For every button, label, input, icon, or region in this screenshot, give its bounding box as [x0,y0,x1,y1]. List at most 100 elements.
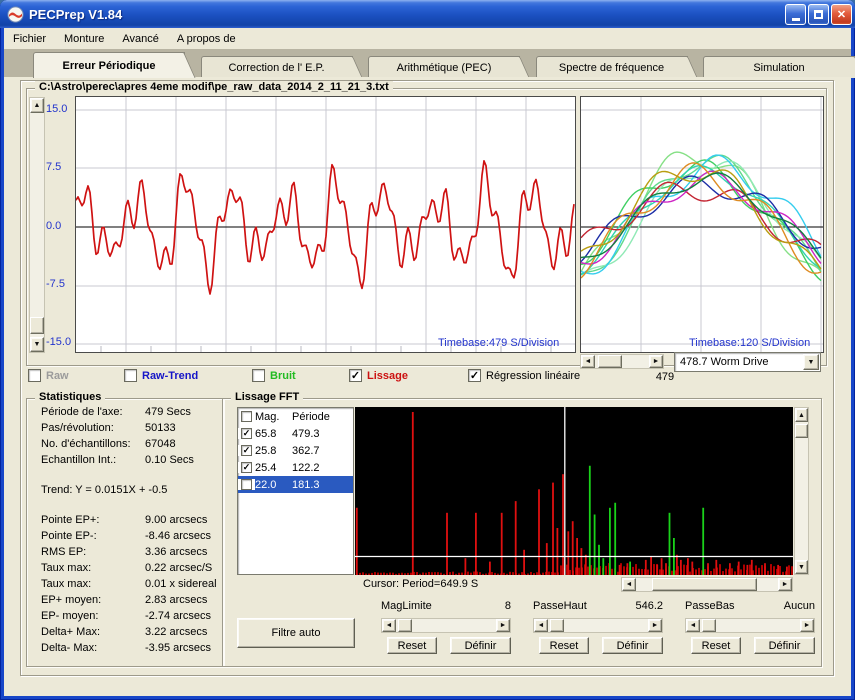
passebas-slider-thumb[interactable] [702,619,716,632]
scroll-left-icon[interactable]: ◄ [581,355,595,368]
main-timebase-label: Timebase:479 S/Division [438,337,560,349]
cell-mag: 25.4 [255,461,277,474]
scroll-right-icon[interactable]: ► [649,355,663,368]
stat-value: 0.01 x sidereal [145,578,217,590]
row-checkbox[interactable]: ✓ [241,479,252,490]
maglimite-slider-right-icon[interactable]: ► [496,619,510,632]
filter-checkbox-bruit[interactable]: Bruit [252,369,296,382]
filter-checkbox-r-gression-lin-aire[interactable]: ✓ Régression linéaire [468,369,580,382]
fft-hscroll-thumb[interactable] [652,578,757,591]
stat-row: No. d'échantillons: 67048 [41,438,217,454]
maglimite-reset-button[interactable]: Reset [387,637,437,654]
passehaut-slider-thumb[interactable] [550,619,564,632]
main-chart-vscrollbar[interactable]: ▲ ▼ [29,97,45,353]
stat-row: Taux max: 0.22 arcsec/S [41,562,217,578]
fft-table-row[interactable]: ✓ 22.0 181.3 [238,476,353,493]
fft-scroll-left-icon[interactable]: ◄ [622,578,636,591]
fft-scroll-right-icon[interactable]: ► [778,578,792,591]
cycle-scrollbar[interactable]: ◄ ► [580,354,664,369]
checkbox-icon[interactable] [28,369,41,382]
worm-drive-combobox[interactable]: 478.7 Worm Drive ▼ [674,352,821,372]
fft-spectrum-chart[interactable] [355,407,793,575]
fft-scroll-down-icon[interactable]: ▼ [795,560,808,574]
menu-item-avanc-[interactable]: Avancé [113,31,168,47]
checkbox-icon[interactable]: ✓ [468,369,481,382]
trend-row: Trend: Y = 0.0151X + -0.5 [41,484,168,496]
maglimite-definir-button[interactable]: Définir [450,637,511,654]
row-checkbox[interactable]: ✓ [241,462,252,473]
stat-label: Taux max: [41,562,92,574]
stat-label: Taux max: [41,578,92,590]
stat-row: Pas/révolution: 50133 [41,422,217,438]
minimize-button[interactable] [785,4,806,25]
maglimite-slider[interactable]: ◄ ► [381,618,511,633]
maglimite-slider-thumb[interactable] [398,619,412,632]
cell-periode: 479.3 [292,427,320,440]
passebas-definir-button[interactable]: Définir [754,637,815,654]
filtre-auto-button[interactable]: Filtre auto [237,618,355,648]
scroll-down-icon[interactable]: ▼ [30,337,44,352]
fft-component-table[interactable]: Mag. Période ✓ 65.8 479.3 ✓ 25.8 362.7 ✓ 25.4 122.… [237,407,354,575]
tab-spectre-de-fr-quence[interactable]: Spectre de fréquence [535,56,688,78]
stat-label: Pas/révolution: [41,422,114,434]
checkbox-icon[interactable] [124,369,137,382]
y-tick-label: -15.0 [46,336,72,348]
passehaut-reset-button[interactable]: Reset [539,637,589,654]
col-header-periode[interactable]: Période [292,411,330,423]
passebas-slider-left-icon[interactable]: ◄ [686,619,700,632]
passehaut-value: 546.2 [635,600,663,612]
fft-table-row[interactable]: ✓ 65.8 479.3 [238,425,353,442]
passebas-slider-right-icon[interactable]: ► [800,619,814,632]
checkbox-icon[interactable] [252,369,265,382]
passehaut-slider-left-icon[interactable]: ◄ [534,619,548,632]
checkbox-label: Lissage [367,369,408,382]
tab-correction-de-l-e-p-[interactable]: Correction de l' E.P. [200,56,353,78]
maglimite-slider-left-icon[interactable]: ◄ [382,619,396,632]
cycle-scroll-thumb[interactable] [598,355,622,368]
fft-vscroll-thumb[interactable] [795,424,808,438]
stat-value: 479 Secs [145,406,191,418]
stat-value: 67048 [145,438,176,450]
tab-simulation[interactable]: Simulation [703,56,855,78]
close-button[interactable]: ✕ [831,4,852,25]
application-window: PECPrep V1.84 ✕ Fichier Monture Avancé A pr… [0,0,855,700]
passebas-slider[interactable]: ◄ ► [685,618,815,633]
fft-hscrollbar[interactable]: ◄ ► [621,577,793,592]
scroll-up-icon[interactable]: ▲ [30,98,44,113]
passehaut-definir-button[interactable]: Définir [602,637,663,654]
dropdown-arrow-icon[interactable]: ▼ [803,354,819,370]
tab-erreur-p-riodique[interactable]: Erreur Périodique [33,52,185,78]
filter-checkbox-raw-trend[interactable]: Raw-Trend [124,369,198,382]
menu-item-a-propos-de[interactable]: A propos de [168,31,245,47]
passehaut-slider[interactable]: ◄ ► [533,618,663,633]
maximize-button[interactable] [808,4,829,25]
tab-arithm-tique-pec-[interactable]: Arithmétique (PEC) [368,56,520,78]
cycles-timebase-label: Timebase:120 S/Division [689,337,811,349]
stat-value: 50133 [145,422,176,434]
stat-row: Pointe EP-: -8.46 arcsecs [41,530,217,546]
passehaut-slider-right-icon[interactable]: ► [648,619,662,632]
close-icon: ✕ [836,9,847,21]
passebas-reset-button[interactable]: Reset [691,637,741,654]
file-path-label: C:\Astro\perec\apres 4eme modif\pe_raw_d… [35,81,393,93]
vscroll-thumb[interactable] [30,317,44,334]
menu-item-fichier[interactable]: Fichier [4,31,55,47]
fft-table-row[interactable]: ✓ 25.8 362.7 [238,442,353,459]
fft-table-row[interactable]: ✓ 25.4 122.2 [238,459,353,476]
row-checkbox[interactable]: ✓ [241,428,252,439]
filter-checkbox-lissage[interactable]: ✓ Lissage [349,369,408,382]
col-header-mag[interactable]: Mag. [255,411,292,423]
header-checkbox[interactable] [241,411,252,422]
checkbox-icon[interactable]: ✓ [349,369,362,382]
title-bar[interactable]: PECPrep V1.84 ✕ [0,0,855,28]
fft-title: Lissage FFT [231,391,304,403]
stat-label: EP+ moyen: [41,594,102,606]
periodic-error-chart [75,96,576,353]
maglimite-label: MagLimite [381,600,432,612]
menu-item-monture[interactable]: Monture [55,31,113,47]
row-checkbox[interactable]: ✓ [241,445,252,456]
y-tick-label: 15.0 [46,103,68,115]
filter-checkbox-raw[interactable]: Raw [28,369,69,382]
fft-vscrollbar[interactable]: ▲ ▼ [794,407,809,575]
fft-scroll-up-icon[interactable]: ▲ [795,408,808,422]
